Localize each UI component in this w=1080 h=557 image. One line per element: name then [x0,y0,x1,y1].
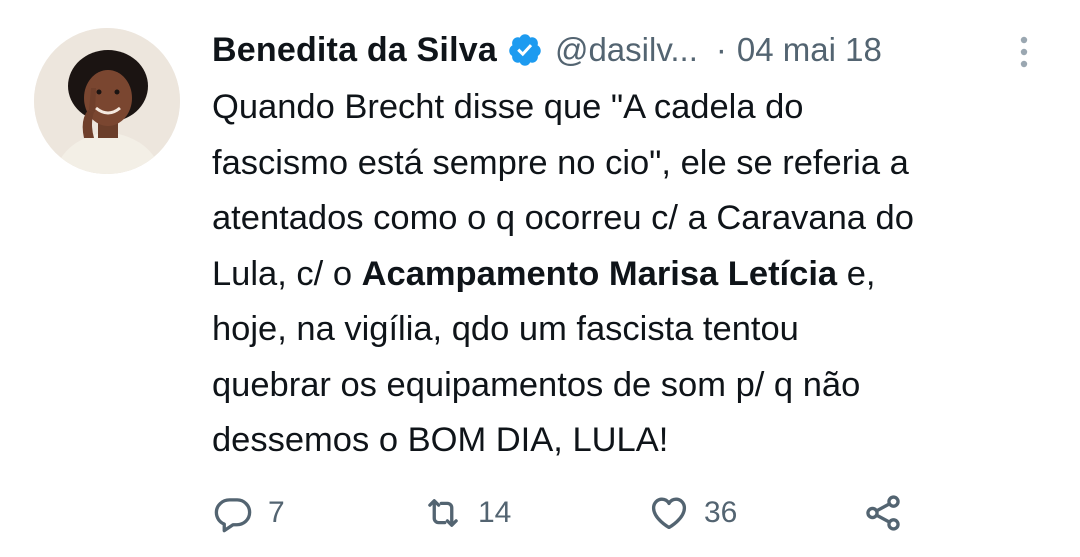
header-separator: · [715,31,727,68]
tweet-text-fragment: e, [837,254,876,293]
retweet-button[interactable]: 14 [422,488,511,538]
tweet-text: Quando Brecht disse que "A cadela do fas… [212,80,1052,469]
like-count: 36 [704,496,738,529]
retweet-count: 14 [478,496,512,529]
heart-icon [648,492,690,534]
tweet-card[interactable]: Benedita da Silva @dasilv... · 04 mai 18… [0,0,1080,557]
tweet-date[interactable]: 04 mai 18 [737,31,882,69]
tweet-text-line: Lula, c/ o Acampamento Marisa Letícia e, [212,247,1052,303]
avatar-image [34,28,180,174]
share-icon [862,492,904,534]
tweet-text-line: Quando Brecht disse que "A cadela do [212,88,804,126]
tweet-text-line: quebrar os equipamentos de som p/ q não [212,365,861,404]
tweet-text-line: atentados como o q ocorreu c/ a Caravana… [212,199,914,237]
tweet-text-fragment: Lula, c/ o [212,254,362,293]
bold-text: Acampamento Marisa Letícia [361,254,838,293]
retweet-icon [422,492,464,534]
reply-button[interactable]: 7 [212,488,285,538]
tweet-header: Benedita da Silva @dasilv... · 04 mai 18 [212,26,1052,74]
avatar[interactable] [34,28,180,174]
tweet-text-line: fascismo está sempre no cio", ele se ref… [212,143,909,182]
author-display-name[interactable]: Benedita da Silva [212,31,497,70]
like-button[interactable]: 36 [648,488,737,538]
tweet-actions-bar: 7 14 36 [212,488,932,538]
tweet-text-line: dessemos o BOM DIA, LULA! [212,421,669,459]
verified-badge-icon [507,32,543,68]
tweet-text-line: hoje, na vigília, qdo um fascista tentou [212,310,799,348]
reply-icon [212,492,254,534]
more-options-icon[interactable] [1014,32,1034,72]
share-button[interactable] [862,488,904,538]
author-handle[interactable]: @dasilv... [555,31,698,69]
reply-count: 7 [268,496,285,529]
